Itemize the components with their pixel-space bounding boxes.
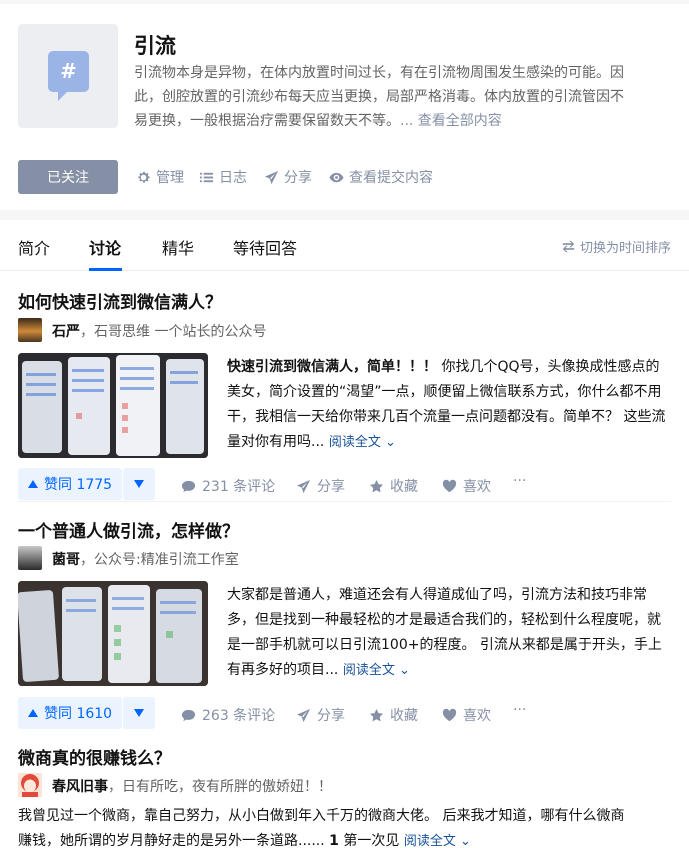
comments-button[interactable]: 263 条评论	[181, 705, 275, 725]
post-excerpt[interactable]: 快速引流到微信满人，简单！！！ 你找几个QQ号，头像换成性感点的美女，简介设置的…	[227, 355, 671, 455]
share-button[interactable]: 分享	[264, 167, 312, 187]
more-options-button[interactable]: ···	[513, 473, 526, 489]
post-title[interactable]: 一个普通人做引流，怎样做？	[18, 517, 239, 542]
comments-button[interactable]: 231 条评论	[181, 476, 275, 496]
manage-button[interactable]: 管理	[136, 167, 184, 187]
paper-plane-icon	[296, 479, 311, 493]
phones-photo	[18, 353, 208, 458]
tab-waiting-answer[interactable]: 等待回答	[233, 235, 297, 259]
view-all-content-link[interactable]: ... 查看全部内容	[400, 113, 502, 129]
avatar[interactable]	[18, 546, 42, 570]
eye-icon	[329, 172, 344, 182]
topic-tabs: 简介 讨论 精华 等待回答 切换为时间排序	[0, 220, 689, 271]
tab-featured[interactable]: 精华	[162, 235, 194, 259]
excerpt-headline: 快速引流到微信满人，简单！！！	[227, 359, 437, 375]
ellipsis-icon: ···	[513, 473, 527, 489]
sort-toggle-button[interactable]: 切换为时间排序	[562, 237, 671, 256]
list-icon	[199, 172, 214, 182]
paper-plane-icon	[296, 708, 311, 722]
like-button[interactable]: 喜欢	[442, 705, 491, 725]
upvote-button[interactable]: 赞同 1775	[18, 468, 123, 500]
like-button[interactable]: 喜欢	[442, 476, 491, 496]
post-title[interactable]: 微商真的很赚钱么？	[18, 744, 171, 769]
topic-description-line: 引流物本身是异物，在体内放置时间过长，有在引流物周围发生感染的可能。因	[134, 65, 624, 81]
read-more-link[interactable]: 阅读全文	[404, 834, 471, 848]
item-divider	[18, 501, 671, 502]
author-bio: ，公众号:精准引流工作室	[80, 552, 239, 568]
avatar[interactable]	[18, 773, 42, 797]
hash-bubble-icon: #	[48, 51, 89, 101]
avatar-illustration	[18, 773, 42, 797]
author-name[interactable]: 石严	[52, 324, 80, 340]
collect-button[interactable]: 收藏	[369, 705, 418, 725]
post-excerpt[interactable]: 我曾见过一个微商，靠自己努力，从小白做到年入千万的微商大佬。 后来我才知道，哪有…	[18, 804, 678, 848]
downvote-button[interactable]	[123, 697, 155, 729]
triangle-up-icon	[28, 709, 38, 717]
upvote-button[interactable]: 赞同 1610	[18, 697, 123, 729]
post-excerpt[interactable]: 大家都是普通人，难道还会有人得道成仙了吗，引流方法和技巧非常多，但是找到一种最轻…	[227, 583, 671, 683]
heart-icon	[442, 708, 457, 721]
avatar[interactable]	[18, 318, 42, 342]
downvote-button[interactable]	[123, 468, 155, 500]
switch-arrows-icon	[562, 240, 575, 253]
topic-header-card: # 引流 引流物本身是异物，在体内放置时间过长，有在引流物周围发生感染的可能。因…	[0, 4, 689, 210]
collect-button[interactable]: 收藏	[369, 476, 418, 496]
author-name[interactable]: 春风旧事	[52, 779, 108, 795]
author-line: 石严，石哥思维 一个站长的公众号	[52, 321, 266, 341]
active-tab-indicator	[89, 268, 122, 271]
author-bio: ，石哥思维 一个站长的公众号	[80, 324, 267, 340]
topic-description-line: 此，创腔放置的引流纱布每天应当更换，局部严格消毒。体内放置的引流管因不	[134, 89, 624, 105]
topic-avatar: #	[18, 24, 118, 128]
triangle-up-icon	[28, 480, 38, 488]
view-submissions-button[interactable]: 查看提交内容	[329, 167, 433, 187]
ellipsis-icon: ···	[513, 702, 527, 718]
star-icon	[369, 479, 384, 492]
author-name[interactable]: 菌哥	[52, 552, 80, 568]
author-bio: ，日有所吃，夜有所胖的傲娇妞！！	[108, 779, 332, 795]
share-button[interactable]: 分享	[296, 476, 345, 496]
topic-title: 引流	[134, 34, 176, 58]
heart-icon	[442, 479, 457, 492]
gear-icon	[138, 171, 150, 183]
tab-intro[interactable]: 简介	[18, 235, 50, 259]
topic-description-line: 易更换，一般根据治疗需要保留数天不等。... 查看全部内容	[134, 113, 502, 129]
log-button[interactable]: 日志	[199, 167, 247, 187]
read-more-link[interactable]: 阅读全文	[343, 663, 410, 678]
post-thumbnail[interactable]	[18, 353, 208, 458]
follow-button[interactable]: 已关注	[18, 160, 118, 194]
tab-discussion[interactable]: 讨论	[89, 235, 121, 259]
phones-photo	[18, 581, 208, 686]
post-title[interactable]: 如何快速引流到微信满人？	[18, 288, 222, 313]
paper-plane-icon	[264, 170, 279, 184]
share-button[interactable]: 分享	[296, 705, 345, 725]
read-more-link[interactable]: 阅读全文	[329, 435, 396, 450]
triangle-down-icon	[134, 709, 144, 717]
triangle-down-icon	[134, 480, 144, 488]
author-line: 春风旧事，日有所吃，夜有所胖的傲娇妞！！	[52, 776, 332, 796]
post-thumbnail[interactable]	[18, 581, 208, 686]
author-line: 菌哥，公众号:精准引流工作室	[52, 549, 239, 569]
more-options-button[interactable]: ···	[513, 702, 526, 718]
comment-bubble-icon	[181, 709, 196, 721]
topic-description: 引流物本身是异物，在体内放置时间过长，有在引流物周围发生感染的可能。因 此，创腔…	[134, 61, 670, 133]
excerpt-text: 大家都是普通人，难道还会有人得道成仙了吗，引流方法和技巧非常多，但是找到一种最轻…	[227, 587, 662, 678]
comment-bubble-icon	[181, 480, 196, 492]
star-icon	[369, 708, 384, 721]
discussion-feed: 简介 讨论 精华 等待回答 切换为时间排序 如何快速引流到微信满人？ 石严，石哥…	[0, 220, 689, 848]
